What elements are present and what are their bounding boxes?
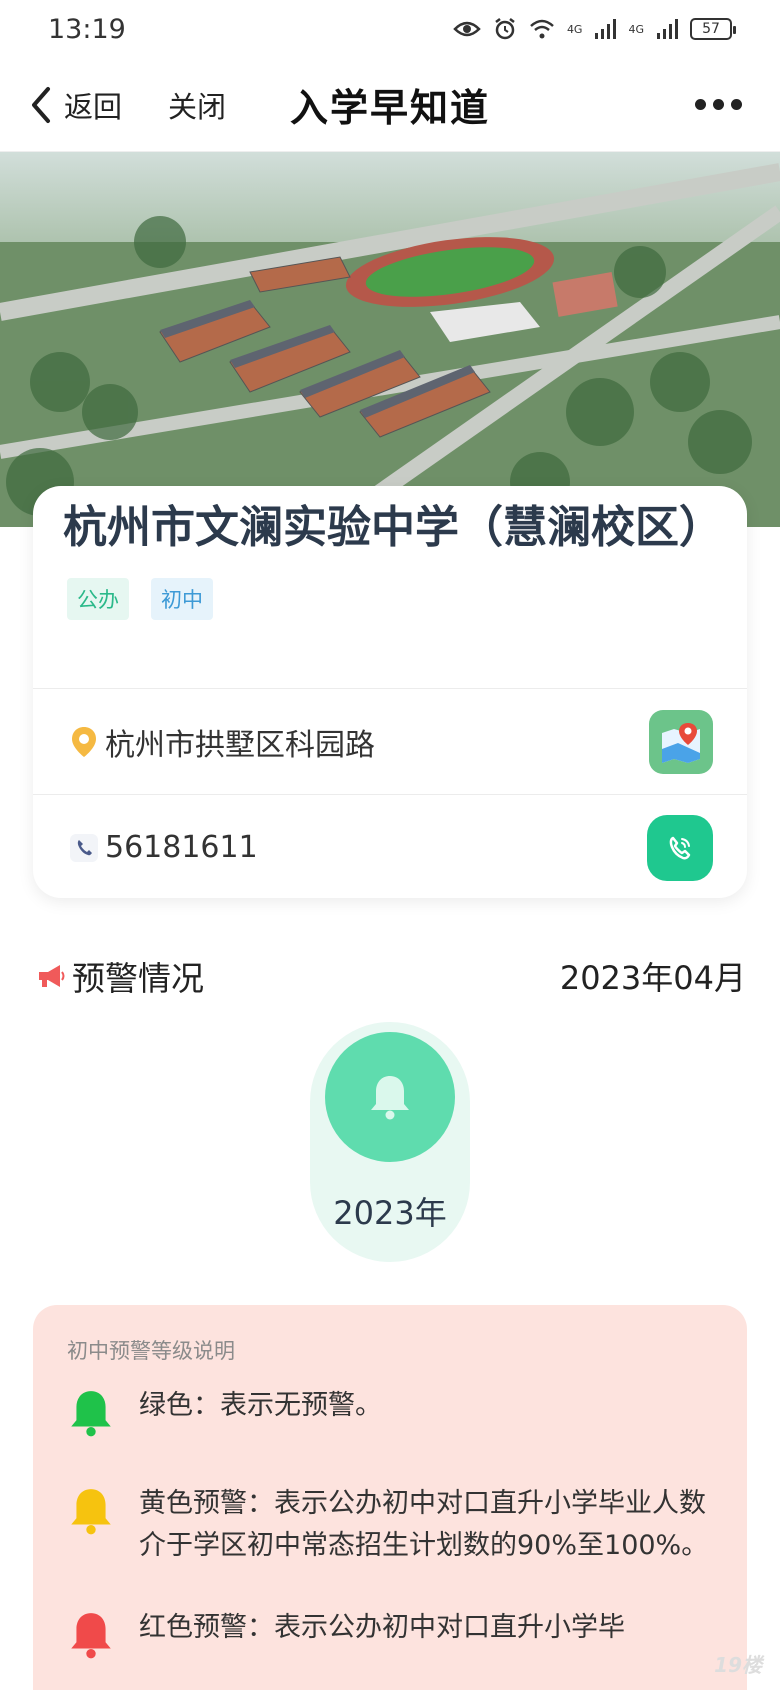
legend-title: 初中预警等级说明 — [67, 1339, 235, 1363]
phone-call-icon — [669, 836, 691, 859]
warning-level-legend: 初中预警等级说明 绿色：表示无预警。 黄色预警：表示公办初中对口直升小学毕业人数… — [33, 1305, 747, 1690]
map-button[interactable] — [649, 709, 713, 774]
signal-label-1: 4G — [566, 22, 583, 36]
warning-level-indicator — [325, 1032, 455, 1162]
tag-junior-high: 初中 — [151, 578, 213, 620]
status-time: 13:19 — [48, 13, 126, 45]
school-address: 杭州市拱墅区科园路 — [105, 727, 375, 763]
legend-text-yellow: 黄色预警：表示公办初中对口直升小学毕业人数介于学区初中常态招生计划数的90%至1… — [139, 1488, 709, 1561]
legend-item-yellow: 黄色预警：表示公办初中对口直升小学毕业人数介于学区初中常态招生计划数的90%至1… — [67, 1483, 713, 1567]
school-info-card: 杭州市文澜实验中学（慧澜校区） 公办 初中 杭州市拱墅区科园路 56181611 — [33, 486, 747, 898]
signal-bars-icon — [595, 19, 617, 39]
warning-status-pill[interactable]: 2023年 — [310, 1022, 470, 1262]
status-bar: 13:19 4G 4G 57 — [0, 0, 780, 58]
battery-level: 57 — [702, 21, 720, 37]
green-bell-icon — [67, 1385, 115, 1443]
status-icons: 4G 4G 57 — [453, 17, 736, 41]
map-icon — [662, 722, 700, 763]
bell-icon — [371, 1076, 409, 1120]
alarm-icon — [495, 18, 515, 40]
address-row: 杭州市拱墅区科园路 — [33, 688, 747, 794]
phone-icon — [67, 831, 101, 865]
warning-title: 预警情况 — [72, 959, 204, 998]
location-pin-icon — [67, 725, 101, 759]
eye-icon — [453, 21, 481, 37]
warning-month: 2023年04月 — [559, 959, 746, 997]
red-bell-icon — [67, 1607, 115, 1665]
phone-row: 56181611 — [33, 794, 747, 900]
tag-public: 公办 — [67, 578, 129, 620]
yellow-bell-icon — [67, 1483, 115, 1541]
call-button[interactable] — [647, 814, 713, 881]
signal-label-2: 4G — [628, 22, 644, 36]
signal-bars-icon — [657, 19, 678, 39]
warning-year: 2023年 — [333, 1194, 447, 1232]
school-phone: 56181611 — [105, 830, 258, 865]
legend-item-red: 红色预警：表示公办初中对口直升小学毕 — [67, 1607, 713, 1665]
wifi-icon — [530, 19, 554, 39]
school-hero-image — [0, 152, 780, 527]
warning-section-header: 预警情况 2023年04月 — [36, 952, 746, 1000]
page-title: 入学早知道 — [289, 86, 490, 130]
legend-text-red: 红色预警：表示公办初中对口直升小学毕 — [139, 1612, 625, 1643]
school-tags: 公办 初中 — [33, 556, 747, 620]
school-name: 杭州市文澜实验中学（慧澜校区） — [63, 502, 723, 553]
school-aerial-illustration — [0, 152, 780, 527]
more-dot-icon — [713, 99, 724, 110]
legend-text-green: 绿色：表示无预警。 — [139, 1390, 382, 1421]
more-menu-button[interactable] — [695, 99, 742, 110]
megaphone-icon — [39, 965, 65, 987]
site-watermark: 19楼 — [714, 1653, 762, 1677]
more-dot-icon — [731, 99, 742, 110]
battery-icon: 57 — [690, 18, 736, 40]
legend-item-green: 绿色：表示无预警。 — [67, 1385, 713, 1443]
more-dot-icon — [695, 99, 706, 110]
nav-bar: 返回 关闭 入学早知道 — [0, 58, 780, 152]
